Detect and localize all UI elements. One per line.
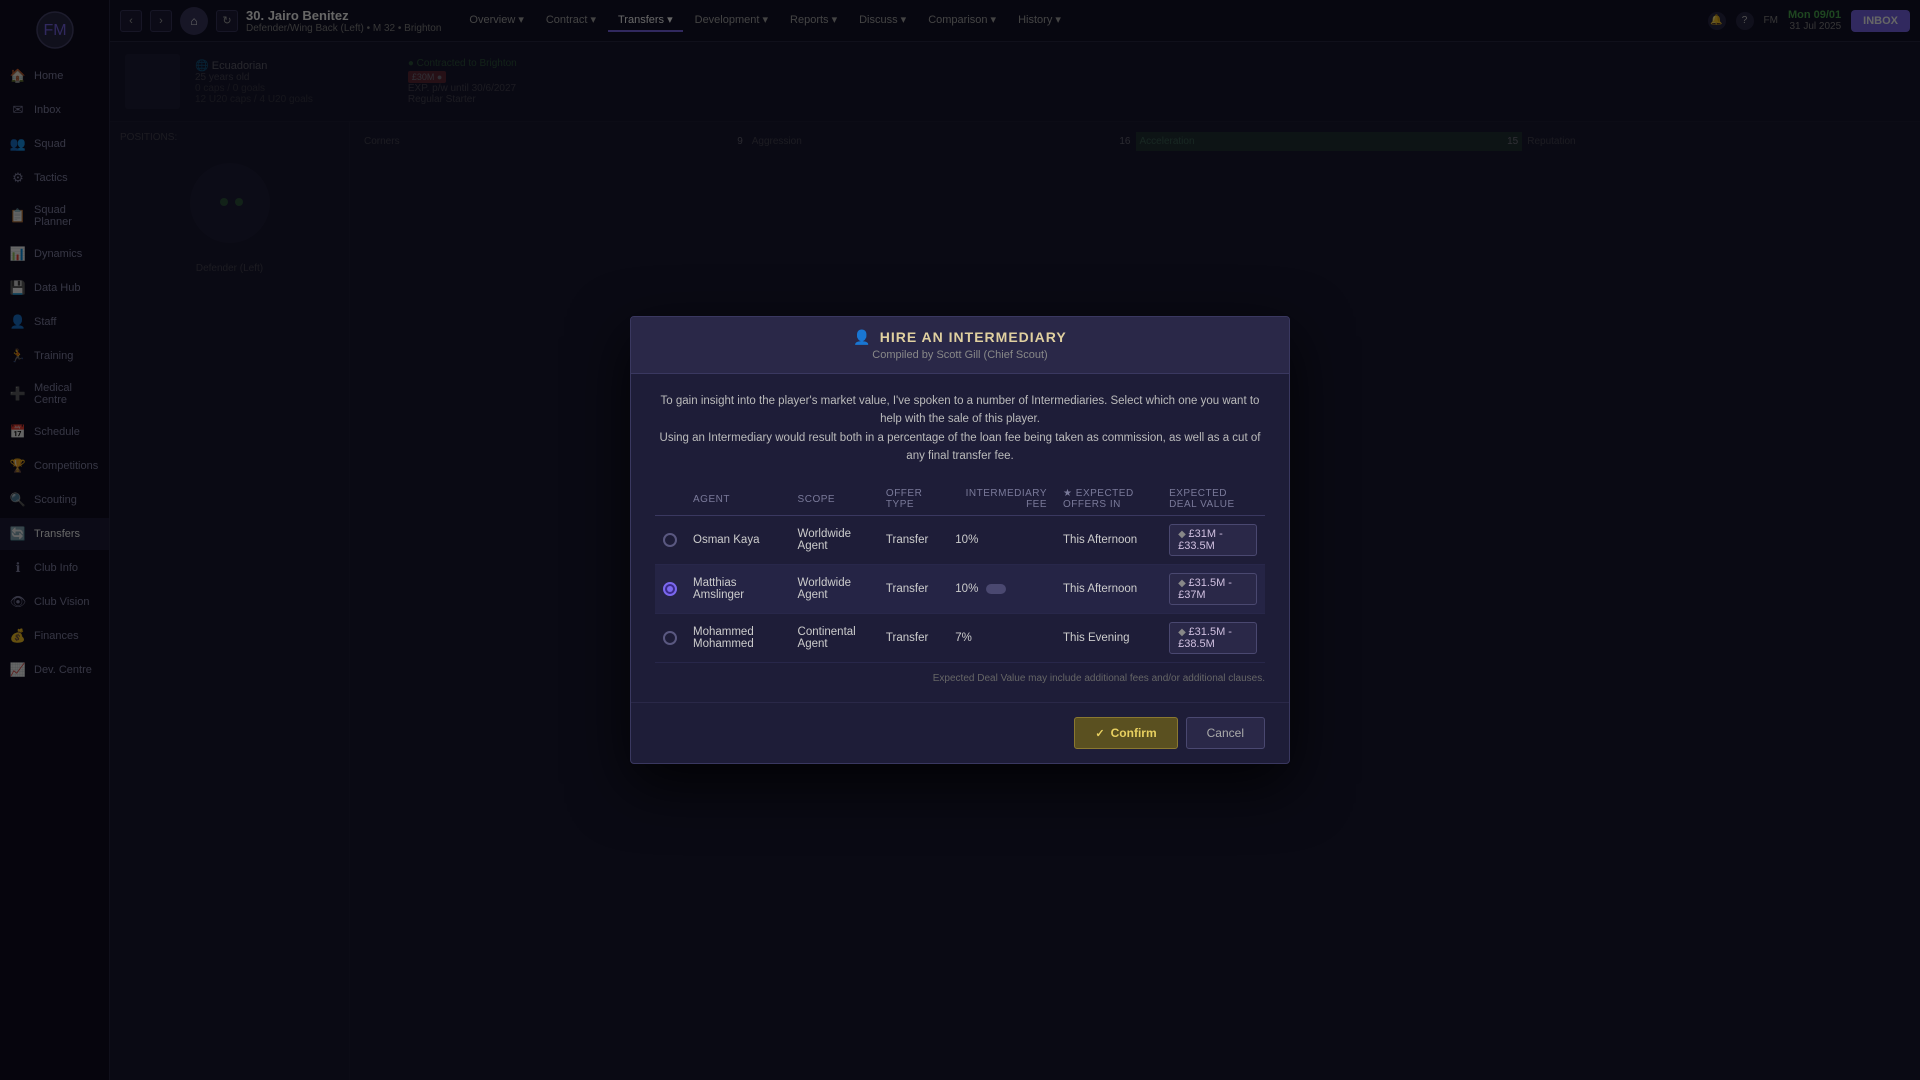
confirm-button[interactable]: ✓ Confirm xyxy=(1074,717,1177,749)
agent-2-scope: Worldwide Agent xyxy=(790,565,878,614)
modal-footnote: Expected Deal Value may include addition… xyxy=(655,673,1265,684)
col-select xyxy=(655,483,685,516)
agent-1-radio[interactable] xyxy=(663,533,677,547)
agent-3-expected: This Evening xyxy=(1055,614,1161,663)
table-row: Mohammed Mohammed Continental Agent Tran… xyxy=(655,614,1265,663)
col-expected-offers: ★ EXPECTED OFFERS IN xyxy=(1055,483,1161,516)
modal-description: To gain insight into the player's market… xyxy=(655,392,1265,466)
agent-3-offer-type: Transfer xyxy=(878,614,947,663)
modal-footer: ✓ Confirm Cancel xyxy=(631,702,1289,763)
modal-body: To gain insight into the player's market… xyxy=(631,374,1289,703)
modal-header: 👤 HIRE AN INTERMEDIARY Compiled by Scott… xyxy=(631,317,1289,374)
agent-2-expected: This Afternoon xyxy=(1055,565,1161,614)
agent-2-deal-value: ◆ £31.5M - £37M xyxy=(1161,565,1265,614)
hire-intermediary-modal: 👤 HIRE AN INTERMEDIARY Compiled by Scott… xyxy=(630,316,1290,765)
agent-1-offer-type: Transfer xyxy=(878,516,947,565)
checkmark-icon: ✓ xyxy=(1095,727,1104,740)
cancel-button[interactable]: Cancel xyxy=(1186,717,1265,749)
agent-1-expected: This Afternoon xyxy=(1055,516,1161,565)
col-offer-type: OFFER TYPE xyxy=(878,483,947,516)
agent-2-name: Matthias Amslinger xyxy=(685,565,790,614)
table-row: Matthias Amslinger Worldwide Agent Trans… xyxy=(655,565,1265,614)
agent-2-offer-type: Transfer xyxy=(878,565,947,614)
agent-2-fee: 10% xyxy=(947,565,1055,614)
agent-3-name: Mohammed Mohammed xyxy=(685,614,790,663)
col-deal-value: EXPECTED DEAL VALUE xyxy=(1161,483,1265,516)
agent-1-deal-value: ◆ £31M - £33.5M xyxy=(1161,516,1265,565)
agent-1-name: Osman Kaya xyxy=(685,516,790,565)
agent-table-body: Osman Kaya Worldwide Agent Transfer 10% … xyxy=(655,516,1265,663)
agent-3-scope: Continental Agent xyxy=(790,614,878,663)
agent-table-head: AGENT SCOPE OFFER TYPE INTERMEDIARY FEE … xyxy=(655,483,1265,516)
agent-table: AGENT SCOPE OFFER TYPE INTERMEDIARY FEE … xyxy=(655,483,1265,663)
agent-3-radio[interactable] xyxy=(663,631,677,645)
col-fee: INTERMEDIARY FEE xyxy=(947,483,1055,516)
agent-3-deal-value: ◆ £31.5M - £38.5M xyxy=(1161,614,1265,663)
col-agent: AGENT xyxy=(685,483,790,516)
col-scope: SCOPE xyxy=(790,483,878,516)
modal-title: 👤 HIRE AN INTERMEDIARY xyxy=(651,329,1269,346)
modal-subtitle: Compiled by Scott Gill (Chief Scout) xyxy=(651,349,1269,361)
agent-1-fee: 10% xyxy=(947,516,1055,565)
agent-1-scope: Worldwide Agent xyxy=(790,516,878,565)
agent-3-fee: 7% xyxy=(947,614,1055,663)
person-icon: 👤 xyxy=(853,329,871,346)
agent-2-radio[interactable] xyxy=(663,582,677,596)
table-row: Osman Kaya Worldwide Agent Transfer 10% … xyxy=(655,516,1265,565)
modal-overlay: 👤 HIRE AN INTERMEDIARY Compiled by Scott… xyxy=(0,0,1920,1080)
